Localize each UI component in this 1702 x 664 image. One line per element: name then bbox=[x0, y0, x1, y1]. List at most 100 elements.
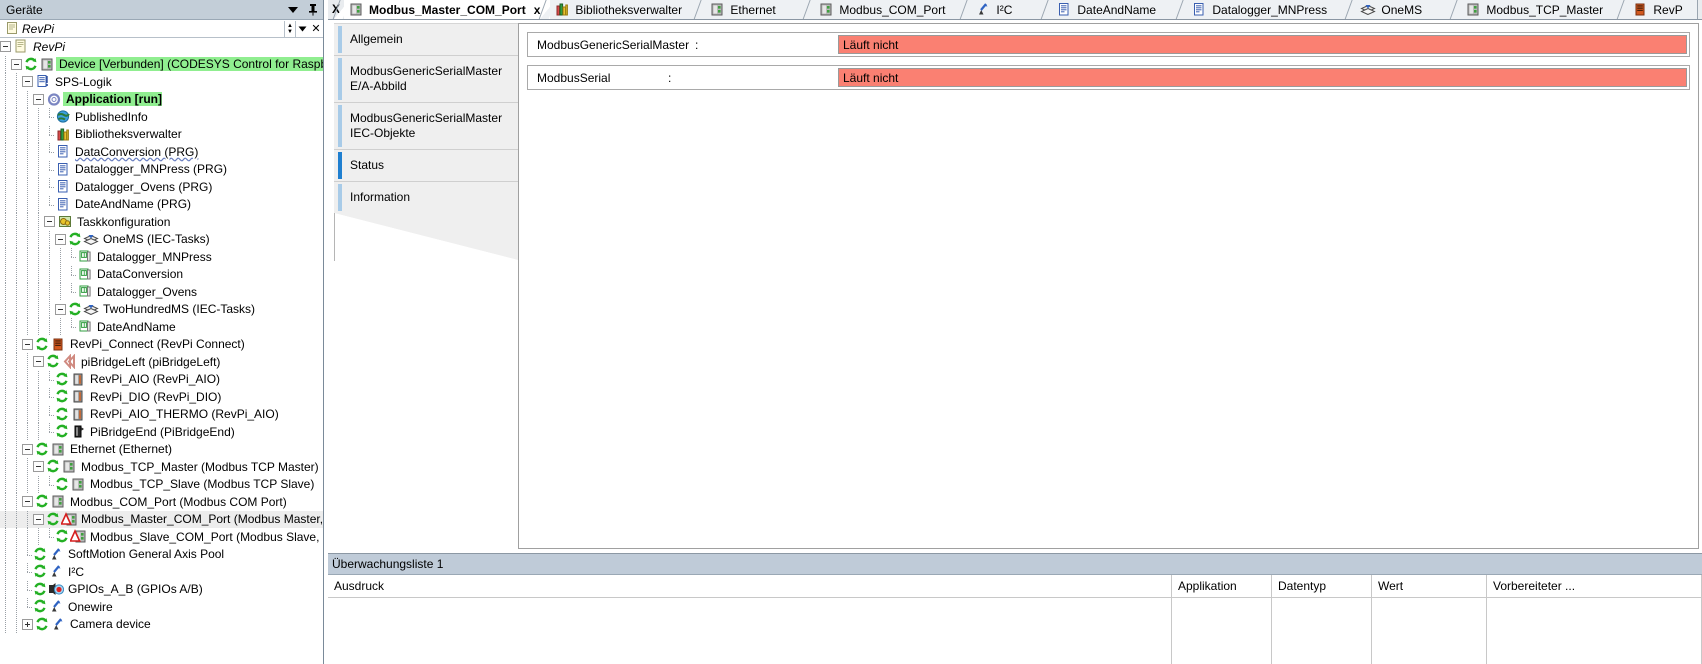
editor-tab[interactable]: Ethernet bbox=[705, 0, 816, 19]
watch-column-header[interactable]: Vorbereiteter ... bbox=[1487, 575, 1702, 597]
tree-item[interactable]: Ethernet (Ethernet) bbox=[0, 440, 323, 459]
tree-indent-guide bbox=[22, 90, 33, 109]
tree-item[interactable]: OneMS (IEC-Tasks) bbox=[0, 230, 323, 249]
editor-subtab[interactable]: Allgemein bbox=[334, 24, 523, 56]
watch-column-cell[interactable] bbox=[328, 598, 1172, 664]
editor-subtab[interactable]: ModbusGenericSerialMaster IEC-Objekte bbox=[334, 103, 523, 150]
editor-tab-label: Modbus_Master_COM_Port bbox=[369, 2, 526, 17]
collapse-icon[interactable] bbox=[55, 303, 66, 315]
collapse-icon[interactable] bbox=[22, 76, 33, 88]
collapse-icon[interactable] bbox=[44, 216, 55, 228]
device-icon bbox=[50, 494, 66, 509]
editor-tab[interactable]: RevP bbox=[1628, 0, 1699, 19]
tree-item[interactable]: SoftMotion General Axis Pool bbox=[0, 545, 323, 564]
tree-item[interactable]: Modbus_TCP_Master (Modbus TCP Master) bbox=[0, 458, 323, 476]
editor-tab[interactable]: Modbus_TCP_Master bbox=[1461, 0, 1630, 19]
watch-column-header[interactable]: Datentyp bbox=[1272, 575, 1372, 597]
tree-item[interactable]: RevPi_AIO_THERMO (RevPi_AIO) bbox=[0, 405, 323, 424]
subtabs-tail bbox=[334, 213, 523, 261]
collapse-icon[interactable] bbox=[33, 93, 44, 105]
tree-item[interactable]: DataConversion (PRG) bbox=[0, 143, 323, 161]
tree-item-label: Datalogger_Ovens bbox=[97, 284, 198, 299]
sync-status-icon bbox=[55, 477, 69, 492]
watch-table-body[interactable] bbox=[328, 598, 1702, 664]
tree-item[interactable]: RevPi_DIO (RevPi_DIO) bbox=[0, 388, 323, 406]
editor-tab[interactable]: Modbus_Master_COM_Port x bbox=[344, 0, 552, 19]
tree-item-label: RevPi_DIO (RevPi_DIO) bbox=[90, 389, 222, 404]
close-icon[interactable]: ✕ bbox=[309, 21, 323, 37]
editor-tabstrip[interactable]: X Modbus_Master_COM_PortxBibliotheksverw… bbox=[328, 0, 1702, 20]
tree-item[interactable]: Modbus_TCP_Slave (Modbus TCP Slave) bbox=[0, 475, 323, 494]
tree-item[interactable]: Modbus_COM_Port (Modbus COM Port) bbox=[0, 493, 323, 511]
tree-item[interactable]: Onewire bbox=[0, 598, 323, 616]
collapse-icon[interactable] bbox=[33, 513, 44, 525]
collapse-icon[interactable] bbox=[33, 461, 44, 473]
tree-item[interactable]: Datalogger_MNPress bbox=[0, 248, 323, 266]
collapse-icon[interactable] bbox=[11, 58, 22, 70]
tree-item[interactable]: Modbus_Slave_COM_Port (Modbus Slave, C bbox=[0, 528, 323, 546]
tree-item[interactable]: DataConversion bbox=[0, 265, 323, 284]
tree-item[interactable]: TwoHundredMS (IEC-Tasks) bbox=[0, 300, 323, 319]
tree-leaf-connector bbox=[44, 423, 55, 441]
tree-item[interactable]: GPIOs_A_B (GPIOs A/B) bbox=[0, 580, 323, 599]
editor-tab[interactable]: Modbus_COM_Port bbox=[814, 0, 973, 19]
tree-item[interactable]: piBridgeLeft (piBridgeLeft) bbox=[0, 353, 323, 371]
collapse-icon[interactable] bbox=[55, 233, 66, 245]
watch-column-cell[interactable] bbox=[1172, 598, 1272, 664]
sync-status-icon bbox=[55, 372, 69, 387]
sync-status-icon bbox=[35, 494, 49, 509]
editor-tab[interactable]: Bibliotheksverwalter bbox=[550, 0, 707, 19]
tree-item[interactable]: DateAndName bbox=[0, 318, 323, 336]
editor-tab[interactable]: OneMS bbox=[1356, 0, 1463, 19]
collapse-icon[interactable] bbox=[22, 338, 33, 350]
editor-subtab[interactable]: Status bbox=[334, 150, 523, 182]
collapse-icon[interactable] bbox=[22, 496, 33, 508]
watch-column-header[interactable]: Wert bbox=[1372, 575, 1487, 597]
breadcrumb-dropdown-icon[interactable] bbox=[295, 20, 309, 37]
expand-icon[interactable] bbox=[22, 618, 33, 630]
tree-item[interactable]: PiBridgeEnd (PiBridgeEnd) bbox=[0, 423, 323, 441]
tree-item[interactable]: Datalogger_Ovens bbox=[0, 283, 323, 301]
tree-item[interactable]: Datalogger_MNPress (PRG) bbox=[0, 160, 323, 179]
revpi-icon bbox=[50, 337, 66, 352]
editor-tab[interactable]: DateAndName bbox=[1052, 0, 1189, 19]
chevron-down-icon[interactable] bbox=[283, 1, 303, 19]
tree-item[interactable]: Taskkonfiguration bbox=[0, 213, 323, 231]
watch-column-header[interactable]: Applikation bbox=[1172, 575, 1272, 597]
tree-item[interactable]: Datalogger_Ovens (PRG) bbox=[0, 178, 323, 196]
tree-item[interactable]: RevPi_AIO (RevPi_AIO) bbox=[0, 370, 323, 389]
tree-item[interactable]: DateAndName (PRG) bbox=[0, 195, 323, 214]
watch-column-cell[interactable] bbox=[1487, 598, 1702, 664]
tree-item-label: RevPi_AIO (RevPi_AIO) bbox=[90, 372, 221, 387]
tree-item[interactable]: RevPi bbox=[0, 38, 323, 56]
tree-item[interactable]: I²C bbox=[0, 563, 323, 581]
breadcrumb-spinner[interactable]: ▲ ▼ bbox=[284, 20, 295, 37]
tree-item[interactable]: RevPi_Connect (RevPi Connect) bbox=[0, 335, 323, 354]
collapse-icon[interactable] bbox=[0, 41, 11, 53]
editor-tab[interactable]: Datalogger_MNPress bbox=[1187, 0, 1358, 19]
tree-item[interactable]: PublishedInfo bbox=[0, 108, 323, 126]
pin-icon[interactable] bbox=[303, 1, 323, 19]
tree-item[interactable]: SPS-Logik bbox=[0, 73, 323, 91]
collapse-icon[interactable] bbox=[22, 443, 33, 455]
tree-item[interactable]: Application [run] bbox=[0, 90, 323, 109]
watch-column-header[interactable]: Ausdruck bbox=[328, 575, 1172, 597]
tree-item[interactable]: Modbus_Master_COM_Port (Modbus Master, C… bbox=[0, 510, 323, 528]
tree-indent-guide bbox=[0, 90, 11, 109]
collapse-icon[interactable] bbox=[33, 356, 44, 368]
watch-column-cell[interactable] bbox=[1272, 598, 1372, 664]
tree-item[interactable]: Bibliotheksverwalter bbox=[0, 125, 323, 144]
tree-item[interactable]: Camera device bbox=[0, 615, 323, 634]
editor-subtab[interactable]: Information bbox=[334, 182, 523, 213]
tree-indent-guide bbox=[0, 353, 11, 371]
status-row-name: ModbusSerial bbox=[537, 70, 611, 85]
tree-item[interactable]: Device [Verbunden] (CODESYS Control for … bbox=[0, 55, 323, 74]
tree-indent-guide bbox=[33, 283, 44, 301]
tree-leaf-connector bbox=[22, 563, 33, 581]
tree-item-label: Ethernet (Ethernet) bbox=[70, 442, 173, 457]
editor-subtab[interactable]: ModbusGenericSerialMaster E/A-Abbild bbox=[334, 56, 523, 103]
editor-subtabs[interactable]: Allgemein ModbusGenericSerialMaster E/A-A… bbox=[334, 23, 524, 261]
watch-column-cell[interactable] bbox=[1372, 598, 1487, 664]
device-tree[interactable]: RevPi Device [Verbunden] (CODESYS Control… bbox=[0, 38, 323, 664]
watch-table-header[interactable]: Ausdruck Applikation Datentyp Wert Vorbereit… bbox=[328, 575, 1702, 598]
